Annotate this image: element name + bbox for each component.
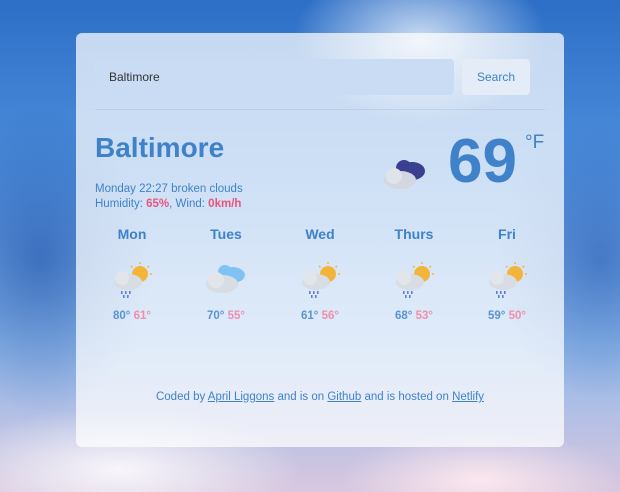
temperature-unit[interactable]: °F — [525, 132, 544, 154]
date-description: Monday 22:27 broken clouds — [95, 182, 243, 197]
clouds-icon — [206, 265, 245, 293]
netlify-link[interactable]: Netlify — [452, 391, 484, 403]
current-weather: Baltimore Monday 22:27 broken clouds Hum… — [95, 110, 545, 216]
search-input[interactable] — [95, 59, 454, 95]
forecast-day: Fri 59° 50° — [467, 226, 547, 322]
forecast-temps: 80° 61° — [92, 310, 172, 322]
forecast-high: 59° — [488, 310, 506, 322]
humidity-label: Humidity: — [95, 198, 143, 210]
forecast-temps: 61° 56° — [280, 310, 360, 322]
forecast-day: Thurs 68° 53° — [374, 226, 454, 322]
forecast-temps: 68° 53° — [374, 310, 454, 322]
humidity-value: 65% — [146, 198, 170, 210]
humidity-wind: Humidity: 65%, Wind: 0km/h — [95, 197, 243, 212]
forecast-high: 70° — [207, 310, 225, 322]
github-link[interactable]: Github — [327, 391, 361, 403]
footer-prefix: Coded by — [155, 391, 206, 403]
forecast: Mon 80° 61° Tues 70° 55° Wed 61° 56° Thurs 68° … — [95, 216, 545, 336]
forecast-low: 50° — [508, 310, 526, 322]
forecast-high: 61° — [301, 310, 319, 322]
forecast-day-name: Thurs — [394, 226, 434, 242]
forecast-low: 55° — [227, 310, 245, 322]
rain-sun-icon — [396, 262, 434, 298]
forecast-day: Tues 70° 55° — [186, 226, 266, 322]
weather-card: Search Baltimore Monday 22:27 broken clo… — [76, 33, 564, 447]
forecast-high: 68° — [395, 310, 413, 322]
forecast-low: 53° — [415, 310, 433, 322]
datetime: Monday 22:27 — [95, 183, 168, 195]
forecast-day-name: Tues — [210, 226, 242, 242]
forecast-day-name: Fri — [498, 226, 516, 242]
forecast-high: 80° — [113, 310, 131, 322]
weather-description: broken clouds — [171, 183, 243, 195]
footer-middle: and is on — [277, 391, 325, 403]
rain-sun-icon — [489, 262, 527, 298]
forecast-day-name: Mon — [117, 226, 147, 242]
forecast-temps: 70° 55° — [186, 310, 266, 322]
search-button[interactable]: Search — [462, 59, 530, 95]
author-link[interactable]: April Liggons — [208, 391, 274, 403]
footer-suffix: and is hosted on — [364, 391, 449, 403]
rain-sun-icon — [302, 262, 340, 298]
weather-meta: Monday 22:27 broken clouds Humidity: 65%… — [95, 182, 243, 212]
city-name: Baltimore — [95, 132, 225, 163]
broken-clouds-icon — [384, 160, 425, 189]
search-form: Search — [95, 59, 545, 95]
wind-label: , Wind: — [169, 198, 205, 210]
forecast-low: 56° — [321, 310, 339, 322]
forecast-temps: 59° 50° — [467, 310, 547, 322]
forecast-low: 61° — [133, 310, 151, 322]
forecast-day: Mon 80° 61° — [92, 226, 172, 322]
wind-value: 0km/h — [208, 198, 242, 210]
forecast-day: Wed 61° 56° — [280, 226, 360, 322]
current-temperature: 69 — [448, 127, 517, 196]
forecast-day-name: Wed — [305, 226, 335, 242]
footer: Coded by April Liggons and is on Github … — [76, 391, 564, 403]
rain-sun-icon — [114, 262, 152, 298]
